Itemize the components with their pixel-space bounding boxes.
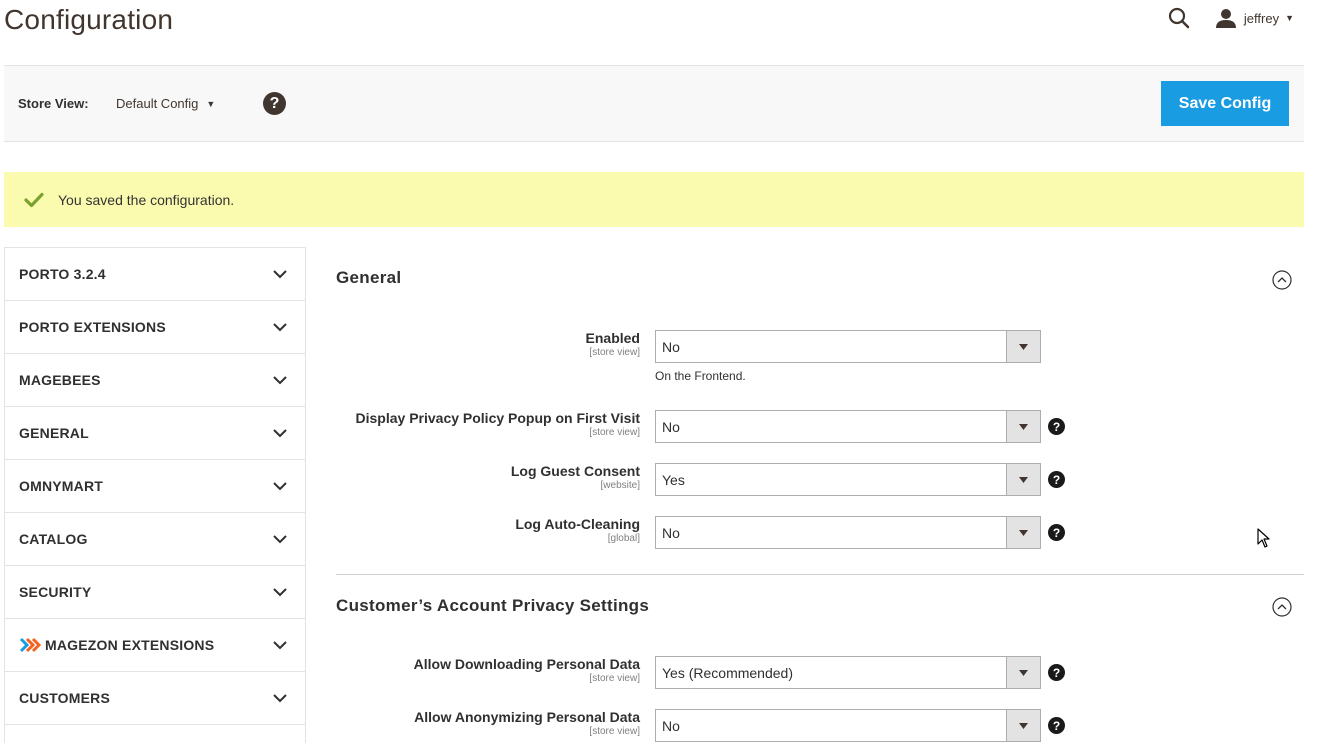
field-label: Log Guest Consent <box>510 463 640 479</box>
chevron-down-icon <box>273 269 287 279</box>
chevron-down-icon <box>273 534 287 544</box>
store-view-value: Default Config <box>116 96 199 111</box>
field-label: Allow Anonymizing Personal Data <box>414 709 640 725</box>
sidebar-item-label: GENERAL <box>19 425 89 441</box>
select-value: Yes <box>662 471 685 488</box>
caret-down-icon <box>1006 517 1040 548</box>
sidebar-item-label: CATALOG <box>19 531 88 547</box>
section-title: Customer’s Account Privacy Settings <box>336 596 650 615</box>
sidebar-item-security[interactable]: SECURITY <box>5 566 305 619</box>
chevron-down-icon <box>273 587 287 597</box>
caret-down-icon <box>1006 710 1040 741</box>
user-name: jeffrey <box>1243 10 1280 26</box>
caret-down-icon: ▼ <box>206 98 216 109</box>
field-label-wrap: Enabled [store view] <box>586 330 640 358</box>
sidebar-item-label: SECURITY <box>19 584 92 600</box>
sidebar-item-catalog[interactable]: CATALOG <box>5 513 305 566</box>
field-label: Enabled <box>585 330 640 346</box>
log-guest-consent-select[interactable]: Yes <box>655 463 1041 496</box>
search-icon[interactable] <box>1166 5 1192 31</box>
config-main: General Enabled [store view] No On the F… <box>336 247 1304 742</box>
help-icon[interactable]: ? <box>1048 717 1065 734</box>
field-label: Allow Downloading Personal Data <box>413 656 640 672</box>
sidebar-item-porto-extensions[interactable]: PORTO EXTENSIONS <box>5 301 305 354</box>
field-scope: [store view] <box>589 427 640 438</box>
collapse-icon[interactable] <box>1272 597 1292 617</box>
field-label: Log Auto-Cleaning <box>515 516 640 532</box>
sidebar-item-customers[interactable]: CUSTOMERS <box>5 672 305 725</box>
sidebar-item-next[interactable] <box>5 725 305 743</box>
caret-down-icon <box>1006 331 1040 362</box>
sidebar-item-label: OMNYMART <box>19 478 104 494</box>
user-menu[interactable]: jeffrey ▼ <box>1215 8 1294 28</box>
select-value: Yes (Recommended) <box>662 664 793 681</box>
field-scope: [store view] <box>589 673 640 684</box>
log-auto-cleaning-select[interactable]: No <box>655 516 1041 549</box>
select-value: No <box>662 338 680 355</box>
config-sidebar: PORTO 3.2.4 PORTO EXTENSIONS MAGEBEES GE… <box>4 247 306 743</box>
sidebar-item-label: PORTO 3.2.4 <box>19 266 106 282</box>
chevron-down-icon <box>273 322 287 332</box>
select-value: No <box>662 524 680 541</box>
page-title: Configuration <box>4 4 174 35</box>
mouse-cursor-icon <box>1257 528 1271 553</box>
help-icon[interactable]: ? <box>263 92 286 115</box>
enabled-select[interactable]: No <box>655 330 1041 363</box>
sidebar-item-label: MAGEZON EXTENSIONS <box>45 637 215 653</box>
help-icon[interactable]: ? <box>1048 664 1065 681</box>
privacy-popup-select[interactable]: No <box>655 410 1041 443</box>
caret-down-icon: ▼ <box>1285 13 1294 23</box>
caret-down-icon <box>1006 464 1040 495</box>
chevron-down-icon <box>273 428 287 438</box>
chevron-down-icon <box>273 640 287 650</box>
help-icon[interactable]: ? <box>1048 418 1065 435</box>
sidebar-item-magebees[interactable]: MAGEBEES <box>5 354 305 407</box>
message-text: You saved the configuration. <box>58 191 235 208</box>
page-actions-bar: Store View: Default Config ▼ ? Save Conf… <box>4 65 1304 142</box>
field-label-wrap: Log Guest Consent [website] <box>511 463 640 491</box>
field-label-wrap: Log Auto-Cleaning [global] <box>515 516 640 544</box>
sidebar-item-general[interactable]: GENERAL <box>5 407 305 460</box>
field-label: Display Privacy Policy Popup on First Vi… <box>355 410 641 426</box>
chevron-down-icon <box>273 481 287 491</box>
help-icon[interactable]: ? <box>1048 524 1065 541</box>
field-label-wrap: Display Privacy Policy Popup on First Vi… <box>356 410 641 438</box>
user-icon <box>1215 8 1236 28</box>
store-view-label: Store View: <box>18 96 89 111</box>
field-scope: [store view] <box>589 347 640 358</box>
section-header-account-privacy[interactable]: Customer’s Account Privacy Settings <box>336 575 1304 637</box>
success-message: You saved the configuration. <box>4 172 1304 227</box>
sidebar-item-label: CUSTOMERS <box>19 690 110 706</box>
chevron-down-icon <box>273 693 287 703</box>
allow-downloading-select[interactable]: Yes (Recommended) <box>655 656 1041 689</box>
help-icon[interactable]: ? <box>1048 471 1065 488</box>
select-value: No <box>662 418 680 435</box>
field-note: On the Frontend. <box>655 369 746 383</box>
checkmark-icon <box>24 192 44 208</box>
section-title: General <box>336 268 402 287</box>
field-scope: [global] <box>607 533 640 544</box>
store-view-switcher[interactable]: Default Config ▼ <box>116 96 215 111</box>
collapse-icon[interactable] <box>1272 270 1292 290</box>
sidebar-item-magezon-extensions[interactable]: MAGEZON EXTENSIONS <box>5 619 305 672</box>
section-header-general[interactable]: General <box>336 247 1304 309</box>
field-scope: [store view] <box>589 726 640 737</box>
magezon-logo-icon <box>19 636 41 654</box>
sidebar-item-label: MAGEBEES <box>19 372 101 388</box>
header-tools: jeffrey ▼ <box>1166 4 1294 32</box>
chevron-down-icon <box>273 375 287 385</box>
field-scope: [website] <box>600 480 640 491</box>
allow-anonymizing-select[interactable]: No <box>655 709 1041 742</box>
select-value: No <box>662 717 680 734</box>
save-config-button[interactable]: Save Config <box>1161 81 1289 126</box>
sidebar-item-label: PORTO EXTENSIONS <box>19 319 166 335</box>
caret-down-icon <box>1006 411 1040 442</box>
caret-down-icon <box>1006 657 1040 688</box>
field-label-wrap: Allow Anonymizing Personal Data [store v… <box>414 709 640 737</box>
sidebar-item-label-wrap: MAGEZON EXTENSIONS <box>19 636 214 654</box>
sidebar-item-omnymart[interactable]: OMNYMART <box>5 460 305 513</box>
field-label-wrap: Allow Downloading Personal Data [store v… <box>414 656 640 684</box>
sidebar-item-porto[interactable]: PORTO 3.2.4 <box>5 248 305 301</box>
